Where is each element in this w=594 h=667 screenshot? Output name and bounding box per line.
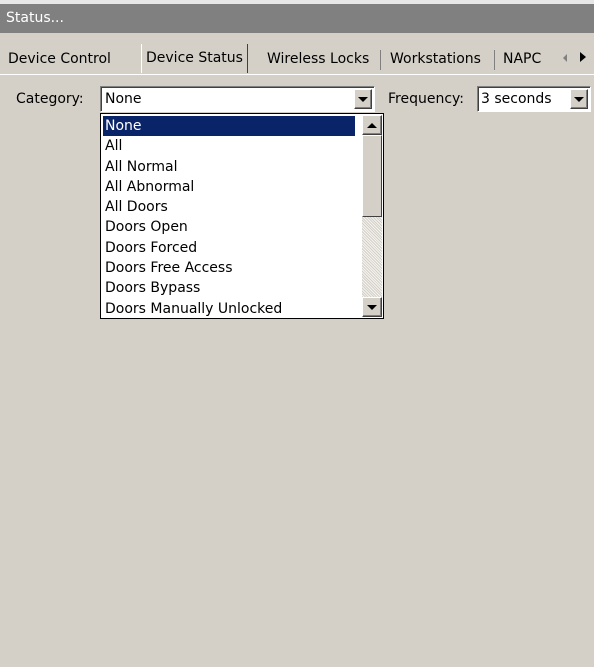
- tab-workstations[interactable]: Workstations: [390, 46, 481, 72]
- options-list: None All All Normal All Abnormal All Doo…: [103, 116, 355, 319]
- tab-napc[interactable]: NAPC: [503, 46, 541, 72]
- chevron-down-icon[interactable]: [570, 89, 588, 109]
- tab-device-control[interactable]: Device Control: [8, 46, 111, 72]
- tab-scroll-left-icon[interactable]: [558, 49, 572, 69]
- category-value: None: [105, 91, 142, 107]
- chevron-down-icon[interactable]: [354, 89, 372, 109]
- list-item[interactable]: None: [103, 116, 355, 137]
- category-label: Category:: [16, 91, 84, 107]
- scroll-up-icon[interactable]: [362, 115, 382, 135]
- tab-strip: Device Control Device Status Wireless Lo…: [0, 44, 594, 74]
- category-dropdown[interactable]: None: [100, 86, 375, 112]
- tab-device-status[interactable]: Device Status: [141, 44, 248, 73]
- tab-divider: [0, 74, 594, 75]
- tab-scroll-right-icon[interactable]: [576, 49, 590, 69]
- frequency-value: 3 seconds: [481, 91, 552, 107]
- window-titlebar: Status...: [0, 0, 594, 33]
- list-item[interactable]: All Abnormal: [103, 177, 355, 197]
- list-item[interactable]: Doors Bypass: [103, 278, 355, 298]
- list-item[interactable]: Doors Manually Unlocked: [103, 299, 355, 319]
- category-options-list[interactable]: None All All Normal All Abnormal All Doo…: [100, 113, 384, 319]
- list-item[interactable]: Doors Forced: [103, 238, 355, 258]
- tab-separator: [494, 50, 495, 70]
- tab-wireless-locks[interactable]: Wireless Locks: [267, 46, 369, 72]
- frequency-dropdown[interactable]: 3 seconds: [477, 86, 591, 112]
- frequency-label: Frequency:: [388, 91, 465, 107]
- list-item[interactable]: Doors Open: [103, 217, 355, 237]
- list-item[interactable]: All Normal: [103, 157, 355, 177]
- scrollbar-thumb[interactable]: [362, 135, 382, 217]
- list-scrollbar[interactable]: [362, 115, 382, 317]
- list-item[interactable]: Doors Free Access: [103, 258, 355, 278]
- list-item[interactable]: All: [103, 136, 355, 156]
- list-item[interactable]: All Doors: [103, 197, 355, 217]
- scroll-down-icon[interactable]: [362, 297, 382, 317]
- tab-separator: [380, 50, 381, 70]
- window-title: Status...: [6, 10, 64, 26]
